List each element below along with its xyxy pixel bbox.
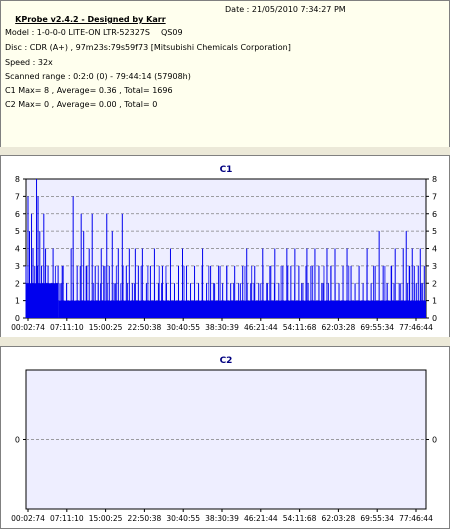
- y-tick-label: 2: [15, 279, 20, 288]
- x-tick-label: 77:46:44: [399, 323, 433, 332]
- x-tick-label: 54:11:68: [283, 514, 317, 523]
- x-tick-label: 62:03:28: [322, 514, 356, 523]
- x-tick-label: 46:21:44: [244, 323, 278, 332]
- chart-title: C1: [220, 165, 233, 175]
- scanned-range: Scanned range : 0:2:0 (0) - 79:44:14 (57…: [5, 72, 191, 81]
- c2-chart: C2 0 0 00:02:74 07:11:10 15:00:25 22:50:38 30:4…: [11, 356, 437, 523]
- x-tick-label: 62:03:28: [322, 323, 356, 332]
- y-tick-label: 0: [15, 436, 20, 445]
- data-bar-band: [116, 300, 227, 318]
- y-tick-label: 4: [15, 245, 20, 254]
- c1-summary: C1 Max= 8 , Average= 0.36 , Total= 1696: [5, 86, 173, 95]
- chart-title: C2: [220, 356, 233, 366]
- y-tick-label-right: 1: [432, 297, 437, 306]
- y-tick-label-right: 2: [432, 279, 437, 288]
- separator: [0, 337, 450, 346]
- y-tick-label-right: 5: [432, 227, 437, 236]
- y-tick-label-right: 4: [432, 245, 437, 254]
- x-tick-label: 30:40:55: [166, 514, 200, 523]
- y-tick-label: 7: [15, 192, 20, 201]
- y-tick-label: 1: [15, 297, 20, 306]
- y-tick-label-right: 6: [432, 210, 437, 219]
- x-tick-label: 07:11:10: [50, 323, 84, 332]
- x-tick-label: 46:21:44: [244, 514, 278, 523]
- x-tick-label: 07:11:10: [50, 514, 84, 523]
- drive-firmware: QS09: [161, 28, 183, 37]
- x-tick-label: 00:02:74: [11, 514, 45, 523]
- drive-model: Model : 1-0-0-0 LITE-ON LTR-52327S: [5, 28, 150, 37]
- x-tick-label: 69:55:34: [360, 323, 394, 332]
- x-tick-label: 54:11:68: [283, 323, 317, 332]
- y-tick-label: 5: [15, 227, 20, 236]
- y-tick-label-right: 0: [432, 436, 437, 445]
- y-tick-label: 3: [15, 262, 20, 271]
- c1-chart: C1 0 0 1 1 2 2 3 3 4 4 5 5 6 6 7 7 8 8 00:02:74 07:11:10 15:0…: [11, 165, 437, 332]
- scan-speed: Speed : 32x: [5, 58, 53, 67]
- info-panel: KProbe v2.4.2 - Designed by Karr Date : …: [0, 0, 450, 148]
- x-tick-label: 00:02:74: [11, 323, 45, 332]
- c2-summary: C2 Max= 0 , Average= 0.00 , Total= 0: [5, 100, 158, 109]
- x-tick-label: 77:46:44: [399, 514, 433, 523]
- y-tick-label: 8: [15, 175, 20, 184]
- y-tick-label-right: 0: [432, 314, 437, 323]
- y-tick-label-right: 7: [432, 192, 437, 201]
- x-tick-label: 15:00:25: [89, 514, 123, 523]
- c1-chart-panel: C1 0 0 1 1 2 2 3 3 4 4 5 5 6 6 7 7 8 8 00:02:74 07:11:10 15:0…: [0, 155, 450, 338]
- y-tick-label: 6: [15, 210, 20, 219]
- y-tick-label-right: 3: [432, 262, 437, 271]
- x-tick-label: 15:00:25: [89, 323, 123, 332]
- c2-chart-panel: C2 0 0 00:02:74 07:11:10 15:00:25 22:50:38 30:4…: [0, 346, 450, 529]
- y-tick-label-right: 8: [432, 175, 437, 184]
- x-tick-label: 38:30:39: [205, 514, 239, 523]
- x-tick-label: 22:50:38: [128, 323, 162, 332]
- app-title: KProbe v2.4.2 - Designed by Karr: [15, 15, 166, 24]
- x-tick-label: 22:50:38: [128, 514, 162, 523]
- disc-info: Disc : CDR (A+) , 97m23s:79s59f73 [Mitsu…: [5, 43, 291, 52]
- y-tick-label: 0: [15, 314, 20, 323]
- x-tick-label: 38:30:39: [205, 323, 239, 332]
- scan-date: Date : 21/05/2010 7:34:27 PM: [225, 5, 346, 14]
- x-tick-label: 69:55:34: [360, 514, 394, 523]
- x-tick-label: 30:40:55: [166, 323, 200, 332]
